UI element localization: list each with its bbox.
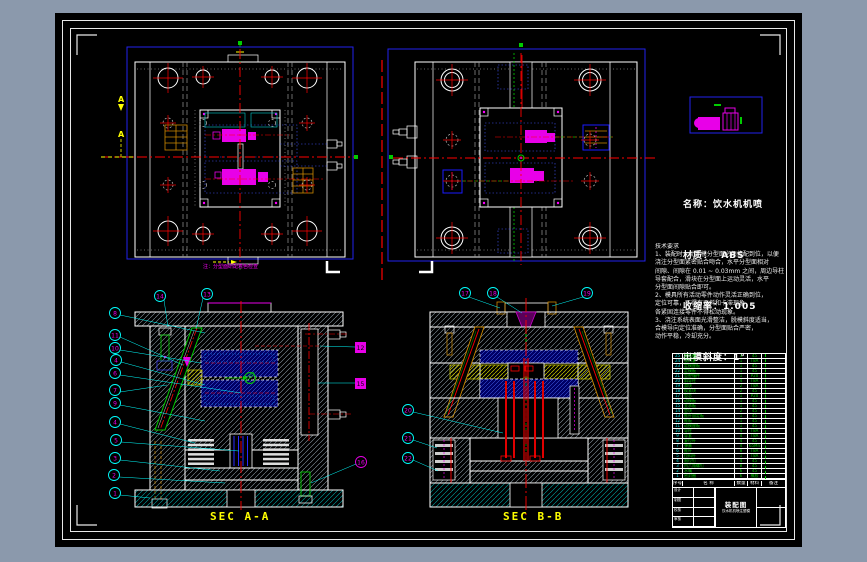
notes-line: 导套配合，滑块在分型面上运动灵活，水平 bbox=[655, 275, 770, 283]
svg-text:18: 18 bbox=[489, 291, 497, 298]
svg-text:8: 8 bbox=[113, 311, 117, 318]
svg-text:16: 16 bbox=[357, 460, 365, 467]
notes-line: 动作平稳，冷却充分。 bbox=[655, 333, 716, 341]
col-header-qty: 数量 bbox=[735, 481, 748, 486]
fold-mark bbox=[419, 261, 434, 274]
cad-canvas[interactable]: A A 14 13 8 11 10 4 6 7 9 4 5 3 2 1 12 1… bbox=[55, 13, 802, 547]
svg-text:15: 15 bbox=[357, 381, 365, 388]
notes-title: 技术要求 bbox=[655, 243, 680, 250]
technical-notes: 技术要求 1、装配时，动定模分型面必须修配到位，以便 浇注分型面紧密贴合吻合，水… bbox=[655, 243, 795, 341]
label-draft: 制图 bbox=[673, 497, 694, 508]
section-aa-label: SEC A-A bbox=[210, 510, 271, 523]
drawing-name: 饮水机机喷注塑模 bbox=[722, 509, 750, 513]
svg-text:11: 11 bbox=[111, 333, 119, 340]
svg-text:20: 20 bbox=[404, 408, 412, 415]
col-header-remark: 备注 bbox=[769, 481, 778, 486]
detail-view bbox=[689, 96, 763, 134]
table-header-row: 序号 名 称 数量 材料 备注 bbox=[672, 479, 786, 487]
notes-line: 3、浇注系统表面光滑整洁，脱模斜度适当， bbox=[655, 316, 773, 324]
svg-text:13: 13 bbox=[203, 292, 211, 299]
svg-text:19: 19 bbox=[583, 291, 591, 298]
svg-text:1: 1 bbox=[113, 491, 117, 498]
col-header-no: 序号 bbox=[673, 481, 683, 486]
svg-text:14: 14 bbox=[156, 294, 164, 301]
section-aa bbox=[134, 301, 351, 510]
notes-line: 各紧固连接零件不得松动现象。 bbox=[655, 308, 740, 316]
plan-view-right bbox=[387, 48, 655, 274]
title-block-drawing-name: 装配图 饮水机机喷注塑模 bbox=[715, 488, 757, 527]
notes-line: 合模导向定位准确，分型面贴合严密， bbox=[655, 325, 758, 333]
svg-text:2: 2 bbox=[112, 473, 116, 480]
section-bb-label: SEC B-B bbox=[503, 510, 564, 523]
col-header-name: 名 称 bbox=[683, 481, 735, 486]
svg-text:5: 5 bbox=[114, 438, 118, 445]
drawing-title: 装配图 bbox=[724, 501, 748, 509]
section-mark-a: A A bbox=[101, 95, 133, 158]
svg-text:22: 22 bbox=[404, 456, 412, 463]
table-row: 1 密封圈 6 橡胶 bbox=[673, 474, 785, 479]
svg-text:10: 10 bbox=[111, 346, 119, 353]
label-check: 校核 bbox=[673, 507, 694, 518]
parts-table: 25 定位圈 1 45 24 浇口套 1 T8A 23 定模座板 1 45 22… bbox=[672, 353, 786, 528]
fold-mark bbox=[325, 261, 340, 274]
parts-table-rows: 25 定位圈 1 45 24 浇口套 1 T8A 23 定模座板 1 45 22… bbox=[672, 353, 786, 479]
svg-text:4: 4 bbox=[113, 420, 117, 427]
svg-text:7: 7 bbox=[113, 388, 117, 395]
svg-text:21: 21 bbox=[404, 436, 412, 443]
part-name: 名称：饮水机机喷 bbox=[683, 200, 764, 210]
notes-line: 间隙、间隙在 0.01 ~ 0.03mm 之间，周边导柱 bbox=[655, 267, 785, 275]
label-approve: 审核 bbox=[673, 517, 694, 527]
app-background: A A 14 13 8 11 10 4 6 7 9 4 5 3 2 1 12 1… bbox=[0, 0, 867, 562]
svg-text:A: A bbox=[118, 95, 125, 104]
title-block-extra-cells bbox=[757, 488, 785, 527]
title-block: 设计 制图 校核 审核 装配图 饮水机机喷注塑模 bbox=[672, 487, 786, 528]
svg-text:9: 9 bbox=[113, 401, 117, 408]
notes-line: 浇注分型面紧密贴合吻合，水平分型面相对 bbox=[655, 259, 770, 267]
section-bb bbox=[429, 298, 629, 518]
title-block-signatures: 设计 制图 校核 审核 bbox=[673, 488, 715, 527]
svg-text:17: 17 bbox=[461, 291, 469, 298]
svg-text:4: 4 bbox=[114, 358, 118, 365]
svg-text:A: A bbox=[118, 130, 125, 139]
plan-view-left: A A bbox=[101, 41, 355, 274]
notes-line: 分型面间隙贴合即可。 bbox=[655, 284, 716, 292]
svg-text:12: 12 bbox=[357, 345, 365, 352]
label-design: 设计 bbox=[673, 488, 694, 498]
notes-line: 定位可靠，不得有歪斜和卡滞现象， bbox=[655, 300, 752, 308]
plan-view-note: 注：分型面研配着色检查 bbox=[203, 264, 259, 270]
svg-text:6: 6 bbox=[113, 371, 117, 378]
col-header-material: 材料 bbox=[748, 481, 762, 486]
svg-text:3: 3 bbox=[113, 456, 117, 463]
